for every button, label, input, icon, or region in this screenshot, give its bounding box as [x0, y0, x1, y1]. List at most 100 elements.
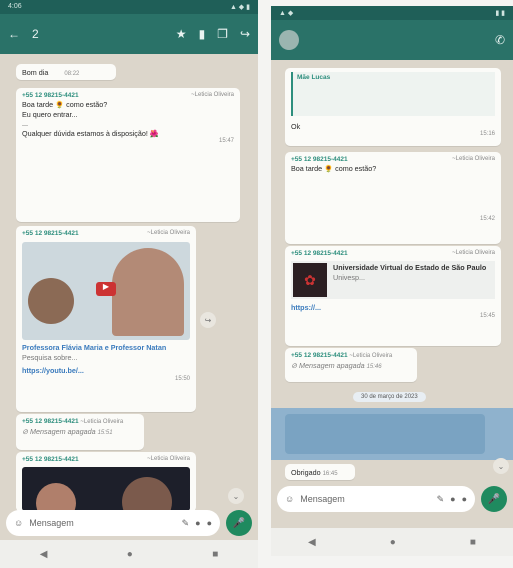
person-image — [122, 477, 172, 512]
attach-icon[interactable]: ✎ — [437, 494, 445, 505]
link-description: Pesquisa sobre... — [22, 352, 78, 362]
status-icons: ▲ ◆ ▮ — [229, 4, 250, 11]
message-bubble[interactable]: +55 12 98215-4421 ~Leticia Oliveira ▶ Pro… — [16, 226, 196, 412]
message-time: 15:51 — [97, 429, 113, 436]
link-thumbnail-icon: ✿ — [293, 263, 327, 298]
message-time: 08:22 — [64, 71, 80, 77]
message-input-bar: ☺ Mensagem ✎ ● ● 🎤 — [277, 486, 507, 512]
call-icon[interactable]: ✆ — [495, 33, 505, 47]
system-nav-bar: ◀ ● ■ — [0, 540, 258, 568]
message-bubble[interactable]: +55 12 98215-4421 ~Leticia Oliveira ⊘ Me… — [285, 348, 417, 382]
payment-icon[interactable]: ● — [450, 494, 455, 504]
status-bar: 4:06 ▲ ◆ ▮ — [0, 0, 258, 14]
scroll-down-icon[interactable]: ⌄ — [228, 488, 244, 504]
left-phone-screen: 4:06 ▲ ◆ ▮ ← 2 ★ ▮ ❐ ↪ Bom dia 08:22 +55… — [0, 0, 258, 568]
nav-back-icon[interactable]: ◀ — [308, 537, 316, 548]
sender-phone: +55 12 98215-4421 — [22, 456, 79, 463]
sender-phone: +55 12 98215-4421 — [291, 250, 348, 257]
message-bubble[interactable]: +55 12 98215-4421 ~Leticia Oliveira ⊘ Me… — [16, 414, 144, 450]
message-line: Qualquer dúvida estamos à disposição! 🌺 — [22, 128, 159, 138]
forward-icon[interactable]: ↪ — [240, 27, 250, 41]
message-bubble[interactable]: +55 12 98215-4421 ~Leticia Oliveira ✿ Uni… — [285, 246, 501, 346]
message-text: Mensagem apagada — [299, 360, 365, 370]
copy-icon[interactable]: ❐ — [217, 27, 228, 41]
message-bubble[interactable]: Obrigado 16:45 — [285, 464, 355, 480]
message-placeholder: Mensagem — [300, 494, 345, 504]
status-icons: ▲ ◆ — [279, 10, 294, 17]
video-thumbnail[interactable]: ▶ — [22, 242, 190, 341]
message-input-bar: ☺ Mensagem ✎ ● ● 🎤 — [6, 510, 252, 536]
quoted-sender: Mãe Lucas — [297, 74, 331, 81]
message-time: 15:47 — [218, 137, 234, 144]
person-image — [36, 483, 76, 512]
sender-phone: +55 12 98215-4421 — [22, 92, 79, 99]
person-image — [28, 278, 74, 325]
play-icon[interactable]: ▶ — [96, 282, 116, 297]
message-time: 16:45 — [322, 471, 338, 477]
sender-name: ~Leticia Oliveira — [452, 156, 495, 162]
nav-recents-icon[interactable]: ■ — [470, 537, 476, 548]
system-nav-bar: ◀ ● ■ — [271, 528, 513, 556]
quoted-message[interactable]: Mãe Lucas — [291, 72, 495, 116]
camera-icon[interactable]: ● — [207, 518, 212, 528]
link-description: Univesp... — [333, 272, 365, 282]
link-url[interactable]: https://... — [291, 303, 495, 312]
star-icon[interactable]: ★ — [176, 27, 187, 41]
message-bubble[interactable]: +55 12 98215-4421 ~Leticia Oliveira Boa t… — [285, 152, 501, 244]
message-line: Eu quero entrar... — [22, 109, 78, 119]
message-line: Boa tarde 🌻 como estão? — [22, 100, 108, 110]
status-bar: ▲ ◆ ▮ ▮ — [271, 6, 513, 20]
status-time: 4:06 — [8, 3, 22, 10]
message-text: Obrigado — [291, 468, 321, 477]
sender-name: ~Leticia Oliveira — [452, 250, 495, 256]
message-bubble[interactable]: +55 12 98215-4421 ~Leticia Oliveira — [16, 452, 196, 512]
sender-phone: +55 12 98215-4421 — [22, 418, 79, 425]
sender-name: ~Leticia Oliveira — [147, 230, 190, 236]
deleted-icon: ⊘ — [291, 360, 298, 370]
payment-icon[interactable]: ● — [195, 518, 200, 528]
sender-phone: +55 12 98215-4421 — [291, 156, 348, 163]
link-url[interactable]: https://youtu.be/... — [22, 366, 190, 375]
delete-icon[interactable]: ▮ — [199, 27, 206, 41]
selected-message-bubble[interactable] — [285, 414, 485, 454]
forward-shortcut-icon[interactable]: ↪ — [200, 312, 216, 328]
attach-icon[interactable]: ✎ — [182, 518, 190, 529]
sender-name: ~Leticia Oliveira — [191, 92, 234, 98]
camera-icon[interactable]: ● — [462, 494, 467, 504]
emoji-icon[interactable]: ☺ — [285, 494, 294, 504]
message-input[interactable]: ☺ Mensagem ✎ ● ● — [277, 486, 475, 512]
sender-name: ~Leticia Oliveira — [349, 353, 393, 359]
message-time: 15:45 — [479, 312, 495, 319]
message-bubble[interactable]: Bom dia 08:22 — [16, 64, 116, 80]
avatar[interactable] — [279, 30, 299, 50]
deleted-icon: ⊘ — [22, 426, 29, 436]
message-bubble[interactable]: +55 12 98215-4421 ~Leticia Oliveira Boa t… — [16, 88, 240, 222]
person-image — [112, 248, 184, 337]
mic-button[interactable]: 🎤 — [481, 486, 507, 512]
scroll-down-icon[interactable]: ⌄ — [493, 458, 509, 474]
status-icons: ▮ ▮ — [495, 10, 505, 17]
date-separator: 30 de março de 2023 — [353, 392, 426, 402]
link-title: Professora Flávia Maria e Professor Nata… — [22, 343, 167, 353]
chat-header: ✆ — [271, 20, 513, 60]
sender-phone: +55 12 98215-4421 — [22, 230, 79, 237]
back-arrow-icon[interactable]: ← — [8, 27, 20, 41]
sender-name: ~Leticia Oliveira — [147, 456, 190, 462]
selected-message-highlight[interactable] — [271, 408, 513, 460]
message-input[interactable]: ☺ Mensagem ✎ ● ● — [6, 510, 220, 536]
mic-button[interactable]: 🎤 — [226, 510, 252, 536]
link-title: Universidade Virtual do Estado de São Pa… — [333, 263, 487, 273]
video-thumbnail[interactable] — [22, 467, 190, 512]
sender-name: ~Leticia Oliveira — [80, 419, 124, 425]
message-bubble[interactable]: Mãe Lucas Ok 15:16 — [285, 68, 501, 146]
message-text: Boa tarde 🌻 como estão? — [291, 164, 377, 174]
emoji-icon[interactable]: ☺ — [14, 518, 23, 528]
nav-home-icon[interactable]: ● — [390, 537, 396, 548]
link-preview[interactable]: ✿ Universidade Virtual do Estado de São … — [291, 261, 495, 300]
selection-toolbar: ← 2 ★ ▮ ❐ ↪ — [0, 14, 258, 54]
nav-back-icon[interactable]: ◀ — [40, 549, 48, 560]
message-time: 15:16 — [479, 131, 495, 138]
nav-home-icon[interactable]: ● — [127, 549, 133, 560]
nav-recents-icon[interactable]: ■ — [212, 549, 218, 560]
message-text: Bom dia — [22, 68, 49, 77]
